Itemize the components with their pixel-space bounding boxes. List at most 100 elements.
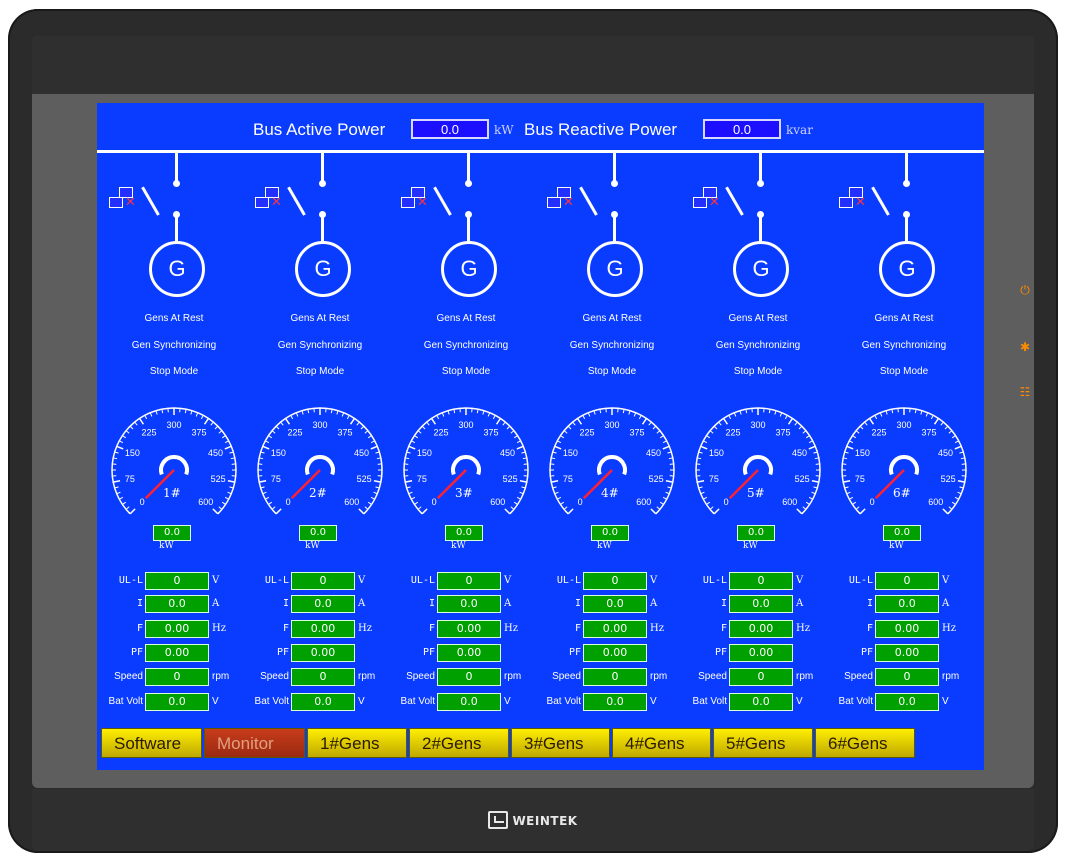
- breaker-fault-x-icon: ✕: [417, 195, 428, 210]
- gauge-minor-tick: [849, 440, 854, 444]
- param-row-speed: Speed 0 rpm: [393, 668, 539, 686]
- gen-column: ✕ G Gens At Rest Gen Synchronizing Stop Mode…: [247, 153, 393, 713]
- generator-symbol[interactable]: G: [879, 241, 935, 297]
- nav-button-4-gens[interactable]: 4#Gens: [612, 728, 711, 758]
- param-label-speed: Speed: [260, 671, 289, 682]
- gauge-minor-tick: [155, 410, 158, 415]
- gauge-minor-tick: [855, 506, 860, 510]
- param-value-speed: 0: [291, 668, 355, 686]
- gauge-minor-tick: [265, 440, 270, 444]
- gauge-tick-label: 375: [483, 428, 498, 438]
- breaker-control-icon[interactable]: ✕: [401, 187, 435, 211]
- breaker-control-icon[interactable]: ✕: [255, 187, 289, 211]
- gen-line: [613, 215, 616, 243]
- gauge-minor-tick: [852, 501, 857, 505]
- param-unit-speed: rpm: [358, 671, 376, 682]
- param-value-speed: 0: [145, 668, 209, 686]
- param-row-ull: UL-L 0 V: [685, 572, 831, 590]
- param-label-speed: Speed: [698, 671, 727, 682]
- gauge-minor-tick: [218, 506, 223, 510]
- gauge-major-tick: [504, 508, 511, 515]
- param-unit-f: Hz: [942, 623, 956, 634]
- nav-button-6-gens[interactable]: 6#Gens: [815, 728, 915, 758]
- generator-symbol[interactable]: G: [295, 241, 351, 297]
- nav-button-software[interactable]: Software: [101, 728, 202, 758]
- gauge-gen-label: 5#: [747, 486, 765, 500]
- gauge-minor-tick: [364, 506, 369, 510]
- switch-terminal-top: [757, 180, 764, 187]
- gauge-major-tick: [516, 445, 524, 450]
- breaker-control-icon[interactable]: ✕: [547, 187, 581, 211]
- gauge-hub: [889, 455, 919, 476]
- param-label-ull: UL-L: [118, 575, 143, 586]
- param-value-f: 0.00: [291, 620, 355, 638]
- param-row-bat: Bat Volt 0.0 V: [247, 693, 393, 711]
- param-unit-bat: V: [212, 696, 219, 707]
- nav-button-1-gens[interactable]: 1#Gens: [307, 728, 407, 758]
- kw-unit: kW: [451, 541, 466, 551]
- param-label-bat: Bat Volt: [108, 696, 143, 707]
- nav-button-2-gens[interactable]: 2#Gens: [409, 728, 509, 758]
- gauge-minor-tick: [808, 440, 813, 444]
- gauge-major-tick: [212, 508, 219, 515]
- param-unit-bat: V: [796, 696, 803, 707]
- param-row-ull: UL-L 0 V: [393, 572, 539, 590]
- gauge-minor-tick: [948, 430, 953, 434]
- nav-button-3-gens[interactable]: 3#Gens: [511, 728, 610, 758]
- param-row-speed: Speed 0 rpm: [831, 668, 977, 686]
- param-unit-speed: rpm: [504, 671, 522, 682]
- bezel-bottom-strip: WEINTEK: [32, 789, 1034, 851]
- gauge-minor-tick: [859, 425, 864, 430]
- breaker-blade: [287, 186, 306, 216]
- generator-symbol[interactable]: G: [149, 241, 205, 297]
- gauge-minor-tick: [572, 421, 576, 426]
- param-label-i: I: [136, 598, 143, 609]
- gauge-minor-tick: [492, 415, 496, 420]
- nav-button-monitor[interactable]: Monitor: [204, 728, 305, 758]
- gauge-minor-tick: [802, 506, 807, 510]
- gauge-tick-label: 225: [141, 428, 156, 438]
- param-value-speed: 0: [437, 668, 501, 686]
- gen-status-rest: Gens At Rest: [144, 313, 204, 324]
- generator-symbol[interactable]: G: [733, 241, 789, 297]
- gauge-minor-tick: [370, 496, 375, 500]
- param-value-bat: 0.0: [291, 693, 355, 711]
- brand-logo: WEINTEK: [32, 811, 1034, 829]
- generator-symbol[interactable]: G: [441, 241, 497, 297]
- gauge-minor-tick: [656, 430, 661, 434]
- param-value-bat: 0.0: [875, 693, 939, 711]
- param-value-speed: 0: [875, 668, 939, 686]
- gauge-minor-tick: [948, 506, 953, 510]
- gauge-tick-label: 450: [792, 448, 807, 458]
- gauge-major-tick: [519, 479, 527, 483]
- gauge-minor-tick: [784, 415, 788, 420]
- param-value-f: 0.00: [437, 620, 501, 638]
- gauge-gen-label: 4#: [601, 486, 619, 500]
- gauge-minor-tick: [814, 457, 819, 460]
- gauge-dial: 0 75 150225 300 375450 525 600: [841, 407, 967, 515]
- gen-line: [175, 215, 178, 243]
- gauge-tick-label: 525: [649, 474, 664, 484]
- param-label-pf: PF: [714, 647, 727, 658]
- gauge-minor-tick: [221, 501, 226, 505]
- gauge-minor-tick: [805, 501, 810, 505]
- param-unit-ull: V: [504, 575, 512, 586]
- gauge-tick-label: 150: [855, 448, 870, 458]
- gauge-minor-tick: [849, 496, 854, 500]
- param-label-f: F: [428, 623, 435, 634]
- gauge-minor-tick: [633, 412, 637, 417]
- gauge-minor-tick: [768, 409, 771, 414]
- breaker-control-icon[interactable]: ✕: [693, 187, 727, 211]
- gauge-major-tick: [650, 508, 657, 515]
- gauge-minor-tick: [307, 409, 310, 414]
- switch-terminal-top: [319, 180, 326, 187]
- breaker-control-icon[interactable]: ✕: [109, 187, 143, 211]
- nav-button-5-gens[interactable]: 5#Gens: [713, 728, 813, 758]
- param-label-bat: Bat Volt: [838, 696, 873, 707]
- gauge-minor-tick: [336, 410, 339, 415]
- gauge-tick-label: 450: [646, 448, 661, 458]
- gauge-dial: 0 75 150225 300 375450 525 600: [695, 407, 821, 515]
- generator-symbol[interactable]: G: [587, 241, 643, 297]
- gauge-minor-tick: [745, 409, 748, 414]
- breaker-control-icon[interactable]: ✕: [839, 187, 873, 211]
